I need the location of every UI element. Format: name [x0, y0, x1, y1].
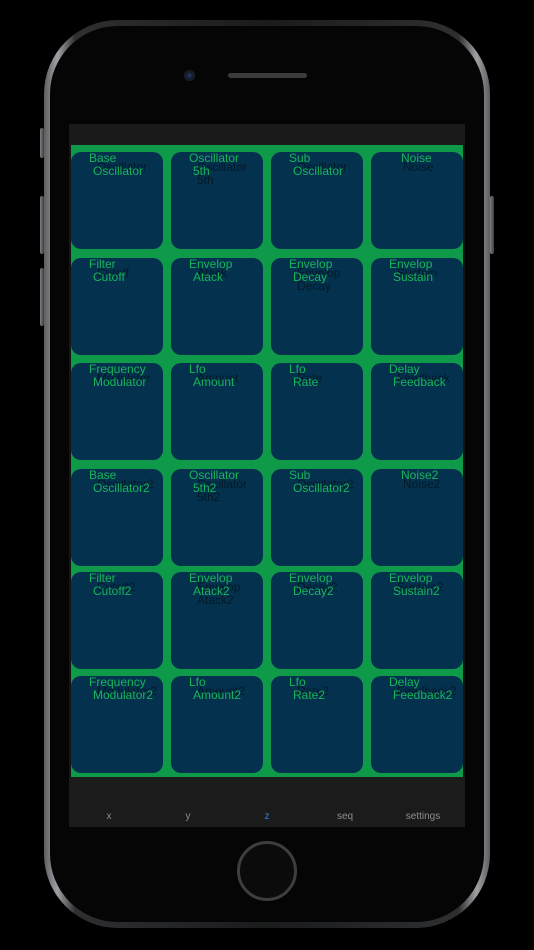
pad-sub-oscillator2[interactable]: Oscillator2 Sub Oscillator2	[271, 469, 363, 566]
pad-filter-cutoff2[interactable]: Cutoff2 Filter Cutoff2	[71, 572, 163, 669]
pad-envelop-atack2[interactable]: Envelop Atack2 Envelop Atack2	[171, 572, 263, 669]
pad-label-line2: Decay2	[293, 584, 334, 598]
pad-label: Base Oscillator2	[71, 469, 163, 495]
pad-label: Envelop Sustain2	[371, 572, 463, 598]
pad-label-line2: Decay	[293, 270, 328, 284]
pad-label-line1: Noise2	[401, 469, 439, 482]
pad-label: Lfo Amount	[171, 363, 263, 389]
pad-label-line1: Oscillator	[189, 469, 240, 482]
pad-label: Lfo Rate2	[271, 676, 363, 702]
pad-label: Filter Cutoff2	[71, 572, 163, 598]
tab-seq[interactable]: seq	[337, 811, 353, 823]
pad-label: Noise2	[371, 469, 463, 482]
pad-label: Noise	[371, 152, 463, 165]
pad-label: Filter Cutoff	[71, 258, 163, 284]
pad-label: Frequency Modulator	[71, 363, 163, 389]
pad-label-line2: Atack2	[193, 584, 230, 598]
pad-base-oscillator[interactable]: Oscillator Base Oscillator	[71, 152, 163, 249]
pad-label: Oscillator 5th	[171, 152, 263, 178]
pad-label: Delay Feedback2	[371, 676, 463, 702]
pad-label: Sub Oscillator2	[271, 469, 363, 495]
app-screen: Oscillator Base Oscillator Oscillator 5th Osc…	[69, 124, 465, 827]
tab-y[interactable]: y	[186, 811, 191, 823]
pad-oscillator-5th[interactable]: Oscillator 5th Oscillator 5th	[171, 152, 263, 249]
pad-label: Envelop Atack	[171, 258, 263, 284]
pad-label-line2: Amount2	[193, 688, 242, 702]
tab-x[interactable]: x	[107, 811, 112, 823]
pad-lfo-rate2[interactable]: Rate2 Lfo Rate2	[271, 676, 363, 773]
pad-frequency-modulator[interactable]: Modulator Frequency Modulator	[71, 363, 163, 460]
pad-oscillator-5th2[interactable]: Oscillator 5th2 Oscillator 5th2	[171, 469, 263, 566]
pad-envelop-sustain[interactable]: Sustain Envelop Sustain	[371, 258, 463, 355]
pad-label-line2: Modulator	[93, 375, 147, 389]
pad-frequency-modulator2[interactable]: Modulator2 Frequency Modulator2	[71, 676, 163, 773]
pad-base-oscillator2[interactable]: Oscillator2 Base Oscillator2	[71, 469, 163, 566]
home-button	[237, 841, 297, 901]
status-bar	[69, 124, 465, 145]
pad-label: Envelop Sustain	[371, 258, 463, 284]
tab-settings[interactable]: settings	[406, 811, 440, 823]
pad-label-line2: Feedback2	[393, 688, 453, 702]
tab-z[interactable]: z	[265, 811, 270, 823]
pad-label-line2: Sustain	[393, 270, 434, 284]
pad-label-line2: Rate	[293, 375, 319, 389]
pad-label-line2: Rate2	[293, 688, 326, 702]
pad-envelop-decay[interactable]: Envelop Decay Envelop Decay	[271, 258, 363, 355]
pad-label-line2: 5th	[193, 164, 210, 178]
pad-label-line2: Feedback	[393, 375, 446, 389]
pad-label: Frequency Modulator2	[71, 676, 163, 702]
pad-label-line2: Atack	[193, 270, 224, 284]
pad-lfo-amount2[interactable]: Amount2 Lfo Amount2	[171, 676, 263, 773]
tab-bar: x y z seq settings	[69, 777, 465, 827]
device-frame: Oscillator Base Oscillator Oscillator 5th Osc…	[0, 0, 534, 950]
pad-label: Base Oscillator	[71, 152, 163, 178]
pad-delay-feedback[interactable]: Feedback Delay Feedback	[371, 363, 463, 460]
pad-label: Envelop Decay	[271, 258, 363, 284]
pad-label-line2: Cutoff2	[93, 584, 132, 598]
pad-noise[interactable]: Noise Noise	[371, 152, 463, 249]
power-button	[490, 196, 494, 254]
pad-label: Envelop Atack2	[171, 572, 263, 598]
pad-noise2[interactable]: Noise2 Noise2	[371, 469, 463, 566]
pad-lfo-amount[interactable]: Amount Lfo Amount	[171, 363, 263, 460]
pad-label-line2: Oscillator	[293, 164, 344, 178]
pad-grid: Oscillator Base Oscillator Oscillator 5th Osc…	[71, 145, 463, 777]
pad-label: Oscillator 5th2	[171, 469, 263, 495]
front-camera-icon	[184, 70, 195, 81]
pad-label: Lfo Amount2	[171, 676, 263, 702]
pad-label-line2: Sustain2	[393, 584, 440, 598]
pad-lfo-rate[interactable]: Rate Lfo Rate	[271, 363, 363, 460]
pad-sub-oscillator[interactable]: Oscillator Sub Oscillator	[271, 152, 363, 249]
pad-envelop-sustain2[interactable]: Sustain2 Envelop Sustain2	[371, 572, 463, 669]
pad-label: Sub Oscillator	[271, 152, 363, 178]
pad-label: Envelop Decay2	[271, 572, 363, 598]
pad-label: Lfo Rate	[271, 363, 363, 389]
pad-filter-cutoff[interactable]: Cutoff Filter Cutoff	[71, 258, 163, 355]
pad-label: Delay Feedback	[371, 363, 463, 389]
pad-label-line1: Oscillator	[189, 152, 240, 165]
pad-label-line2: Amount	[193, 375, 235, 389]
pad-label-line2: Oscillator2	[293, 481, 350, 495]
pad-label-line2: Oscillator2	[93, 481, 150, 495]
pad-delay-feedback2[interactable]: Feedback2 Delay Feedback2	[371, 676, 463, 773]
pad-label-line2: Oscillator	[93, 164, 144, 178]
pad-label-line1: Noise	[401, 152, 432, 165]
pad-envelop-decay2[interactable]: Decay2 Envelop Decay2	[271, 572, 363, 669]
pad-envelop-atack[interactable]: Atack Envelop Atack	[171, 258, 263, 355]
pad-label-line2: Modulator2	[93, 688, 154, 702]
pad-label-line2: 5th2	[193, 481, 217, 495]
pad-label-line2: Cutoff	[93, 270, 125, 284]
earpiece-speaker	[228, 73, 307, 78]
